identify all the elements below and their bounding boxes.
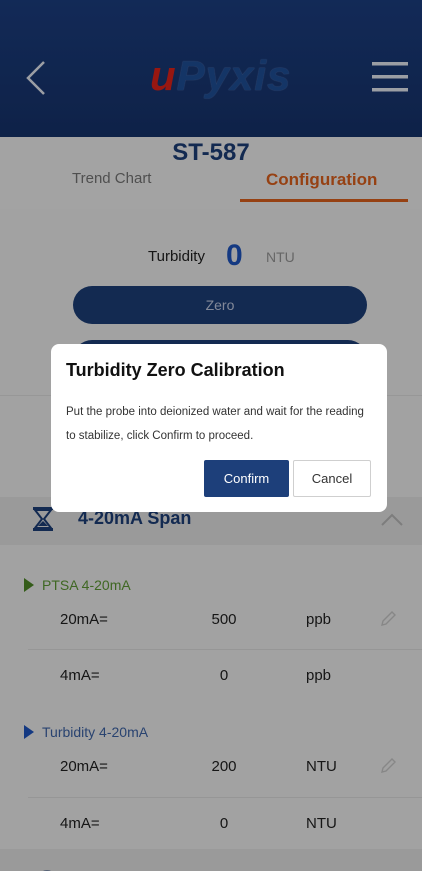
confirm-button[interactable]: Confirm <box>204 460 289 497</box>
dialog-message: Put the probe into deionized water and w… <box>66 406 364 442</box>
dialog-title: Turbidity Zero Calibration <box>66 360 285 380</box>
calibration-dialog: Turbidity Zero Calibration Put the probe… <box>51 344 387 512</box>
cancel-button[interactable]: Cancel <box>293 460 371 497</box>
